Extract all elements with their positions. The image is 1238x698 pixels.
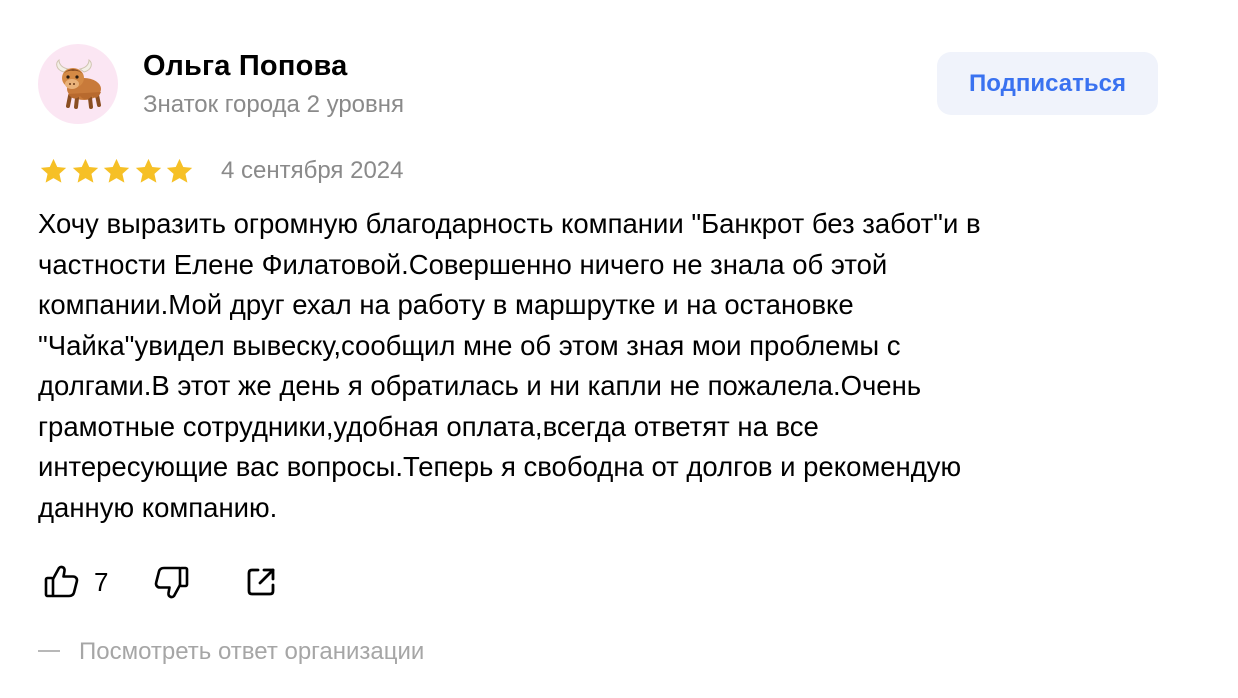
review-text-line: данную компанию. [38,491,278,523]
author-level: Знаток города 2 уровня [143,91,405,118]
star-icon [40,158,67,183]
review-text-line: частности Елене Филатовой.Совершенно нич… [38,248,888,280]
org-response-link[interactable]: Посмотреть ответ организации [38,636,424,668]
star-rating [38,154,196,188]
review-text: Хочу выразить огромную благодарность ком… [38,204,1178,528]
star-icon [135,158,161,183]
review-text-line: Хочу выразить огромную благодарность ком… [38,208,981,239]
review-text-line: грамотные сотрудники,удобная оплата,всег… [38,410,819,442]
author-name[interactable]: Ольга Попова [143,48,347,84]
dislike-button[interactable] [151,562,191,602]
like-count: 7 [94,567,109,597]
star-icon [72,158,98,183]
avatar[interactable] [38,44,118,124]
share-button[interactable] [243,564,279,600]
share-icon [248,568,275,596]
dash-divider [38,650,60,653]
thumbs-up-icon [44,565,79,598]
subscribe-button[interactable]: Подписаться [937,52,1158,115]
review-text-line: интересующие вас вопросы.Теперь я свобод… [38,451,962,482]
thumbs-down-icon [155,566,189,599]
review-text-line: долгами.В этот же день я обратилась и ни… [38,370,922,401]
star-icon [103,158,130,183]
review-card: Ольга Попова Знаток города 2 уровня Подп… [0,0,1238,698]
yak-emoji-icon [56,58,101,109]
review-text-line: компании.Мой друг ехал на работу в маршр… [38,289,854,320]
review-date: 4 сентября 2024 [221,157,404,184]
review-actions: 7 [38,558,279,606]
review-text-line: "Чайка"увидел вывеску,сообщил мне об это… [38,329,901,361]
org-response-label: Посмотреть ответ организации [79,638,425,665]
star-icon [166,158,193,183]
like-button[interactable]: 7 [42,562,108,602]
